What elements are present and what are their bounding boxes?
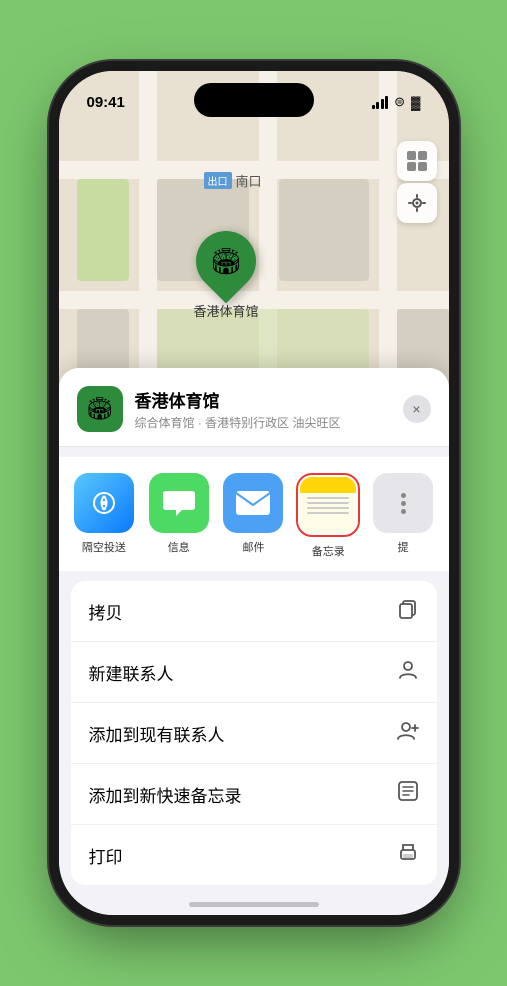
map-type-button[interactable] <box>397 141 437 181</box>
notes-icon <box>300 477 356 533</box>
location-venue-icon: 🏟 <box>77 386 123 432</box>
phone-frame: 09:41 ⊜ ▓ <box>59 71 449 915</box>
status-icons: ⊜ ▓ <box>372 94 421 110</box>
pin-label: 香港体育馆 <box>194 301 259 320</box>
message-label: 信息 <box>168 539 190 555</box>
close-button[interactable]: × <box>403 395 431 423</box>
mail-icon <box>223 473 283 533</box>
wifi-icon: ⊜ <box>394 94 405 110</box>
location-header: 🏟 香港体育馆 综合体育馆 · 香港特别行政区 油尖旺区 × <box>59 368 449 447</box>
home-indicator-space <box>59 885 449 915</box>
location-name: 香港体育馆 <box>135 387 391 412</box>
map-controls <box>397 141 437 223</box>
share-item-message[interactable]: 信息 <box>145 473 212 555</box>
share-item-mail[interactable]: 邮件 <box>220 473 287 555</box>
action-new-contact-label: 新建联系人 <box>89 660 174 685</box>
notes-highlight-border <box>296 473 360 537</box>
airdrop-icon <box>74 473 134 533</box>
map-label-nankou: 出口 南口 <box>204 171 262 190</box>
action-list: 拷贝 新建联系人 添 <box>71 581 437 885</box>
mail-label: 邮件 <box>242 539 264 555</box>
share-item-airdrop[interactable]: 隔空投送 <box>71 473 138 555</box>
note-icon <box>397 780 419 808</box>
action-print-label: 打印 <box>89 843 123 868</box>
action-copy[interactable]: 拷贝 <box>71 581 437 642</box>
action-add-contact[interactable]: 添加到现有联系人 <box>71 703 437 764</box>
share-item-more[interactable]: 提 <box>370 473 437 555</box>
location-subtitle: 综合体育馆 · 香港特别行政区 油尖旺区 <box>135 414 391 431</box>
action-print[interactable]: 打印 <box>71 825 437 885</box>
action-quick-note[interactable]: 添加到新快速备忘录 <box>71 764 437 825</box>
pin-circle: 🏟 <box>184 219 269 304</box>
action-copy-label: 拷贝 <box>89 599 123 624</box>
print-icon <box>397 841 419 869</box>
airdrop-label: 隔空投送 <box>82 539 126 555</box>
dynamic-island <box>194 83 314 117</box>
block2 <box>279 179 369 281</box>
more-icon <box>373 473 433 533</box>
notes-label: 备忘录 <box>312 543 345 559</box>
location-button[interactable] <box>397 183 437 223</box>
stadium-icon: 🏟 <box>209 246 242 277</box>
location-info: 香港体育馆 综合体育馆 · 香港特别行政区 油尖旺区 <box>135 387 391 431</box>
person-icon <box>397 658 419 686</box>
more-label: 提 <box>398 539 409 555</box>
copy-icon <box>397 597 419 625</box>
map-exit-tag: 出口 <box>204 172 232 189</box>
map-nankou-text: 南口 <box>236 171 262 190</box>
battery-icon: ▓ <box>411 95 420 110</box>
message-icon <box>149 473 209 533</box>
person-add-icon <box>397 719 419 747</box>
close-icon: × <box>412 401 420 417</box>
signal-icon <box>372 96 389 109</box>
bottom-sheet: 🏟 香港体育馆 综合体育馆 · 香港特别行政区 油尖旺区 × <box>59 368 449 915</box>
green1 <box>77 179 129 281</box>
action-quick-note-label: 添加到新快速备忘录 <box>89 782 242 807</box>
action-new-contact[interactable]: 新建联系人 <box>71 642 437 703</box>
share-row: 隔空投送 信息 邮件 <box>59 457 449 571</box>
home-indicator <box>189 902 319 907</box>
status-time: 09:41 <box>87 94 125 111</box>
share-item-notes[interactable]: 备忘录 <box>295 473 362 559</box>
stadium-pin: 🏟 香港体育馆 <box>194 231 259 320</box>
action-add-contact-label: 添加到现有联系人 <box>89 721 225 746</box>
